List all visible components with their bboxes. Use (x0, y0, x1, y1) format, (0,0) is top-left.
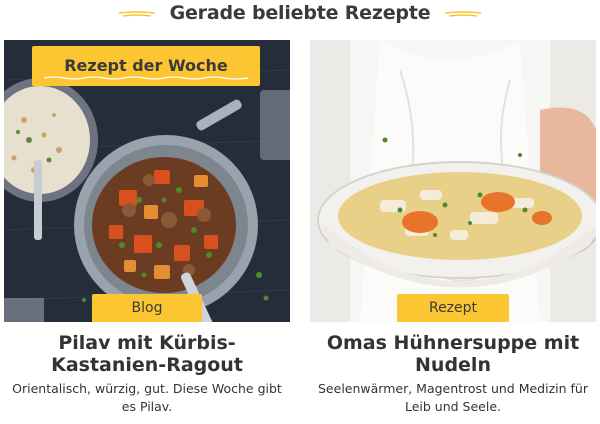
recipe-card-huehnersuppe[interactable]: Rezept Omas Hühnersuppe mit Nudeln Seele… (310, 40, 596, 416)
recipe-image-link-huehnersuppe[interactable]: Rezept (310, 40, 596, 322)
huehnersuppe-photo (310, 40, 596, 322)
recipe-description-pilav: Orientalisch, würzig, gut. Diese Woche g… (12, 381, 282, 414)
category-tag-blog[interactable]: Blog (92, 294, 202, 322)
recipe-image-link-pilav[interactable]: Rezept der Woche Blog (4, 40, 290, 322)
section-title: Gerade beliebte Rezepte (0, 2, 600, 24)
ribbon-wave-icon (44, 76, 248, 80)
recipe-of-the-week-ribbon: Rezept der Woche (32, 46, 260, 86)
title-decoration-right-icon (444, 10, 481, 17)
recipe-title-huehnersuppe[interactable]: Omas Hühnersuppe mit Nudeln (310, 332, 596, 376)
section-title-text: Gerade beliebte Rezepte (169, 2, 431, 24)
title-decoration-left-icon (119, 10, 156, 17)
recipe-description-huehnersuppe: Seelenwärmer, Magentrost und Medizin für… (318, 381, 588, 414)
recipe-title-pilav[interactable]: Pilav mit Kürbis-Kastanien-Ragout (4, 332, 290, 376)
recipe-card-pilav[interactable]: Rezept der Woche Blog Pilav mit Kürbis-K… (4, 40, 290, 416)
ribbon-label: Rezept der Woche (64, 56, 228, 75)
category-tag-rezept[interactable]: Rezept (397, 294, 509, 322)
